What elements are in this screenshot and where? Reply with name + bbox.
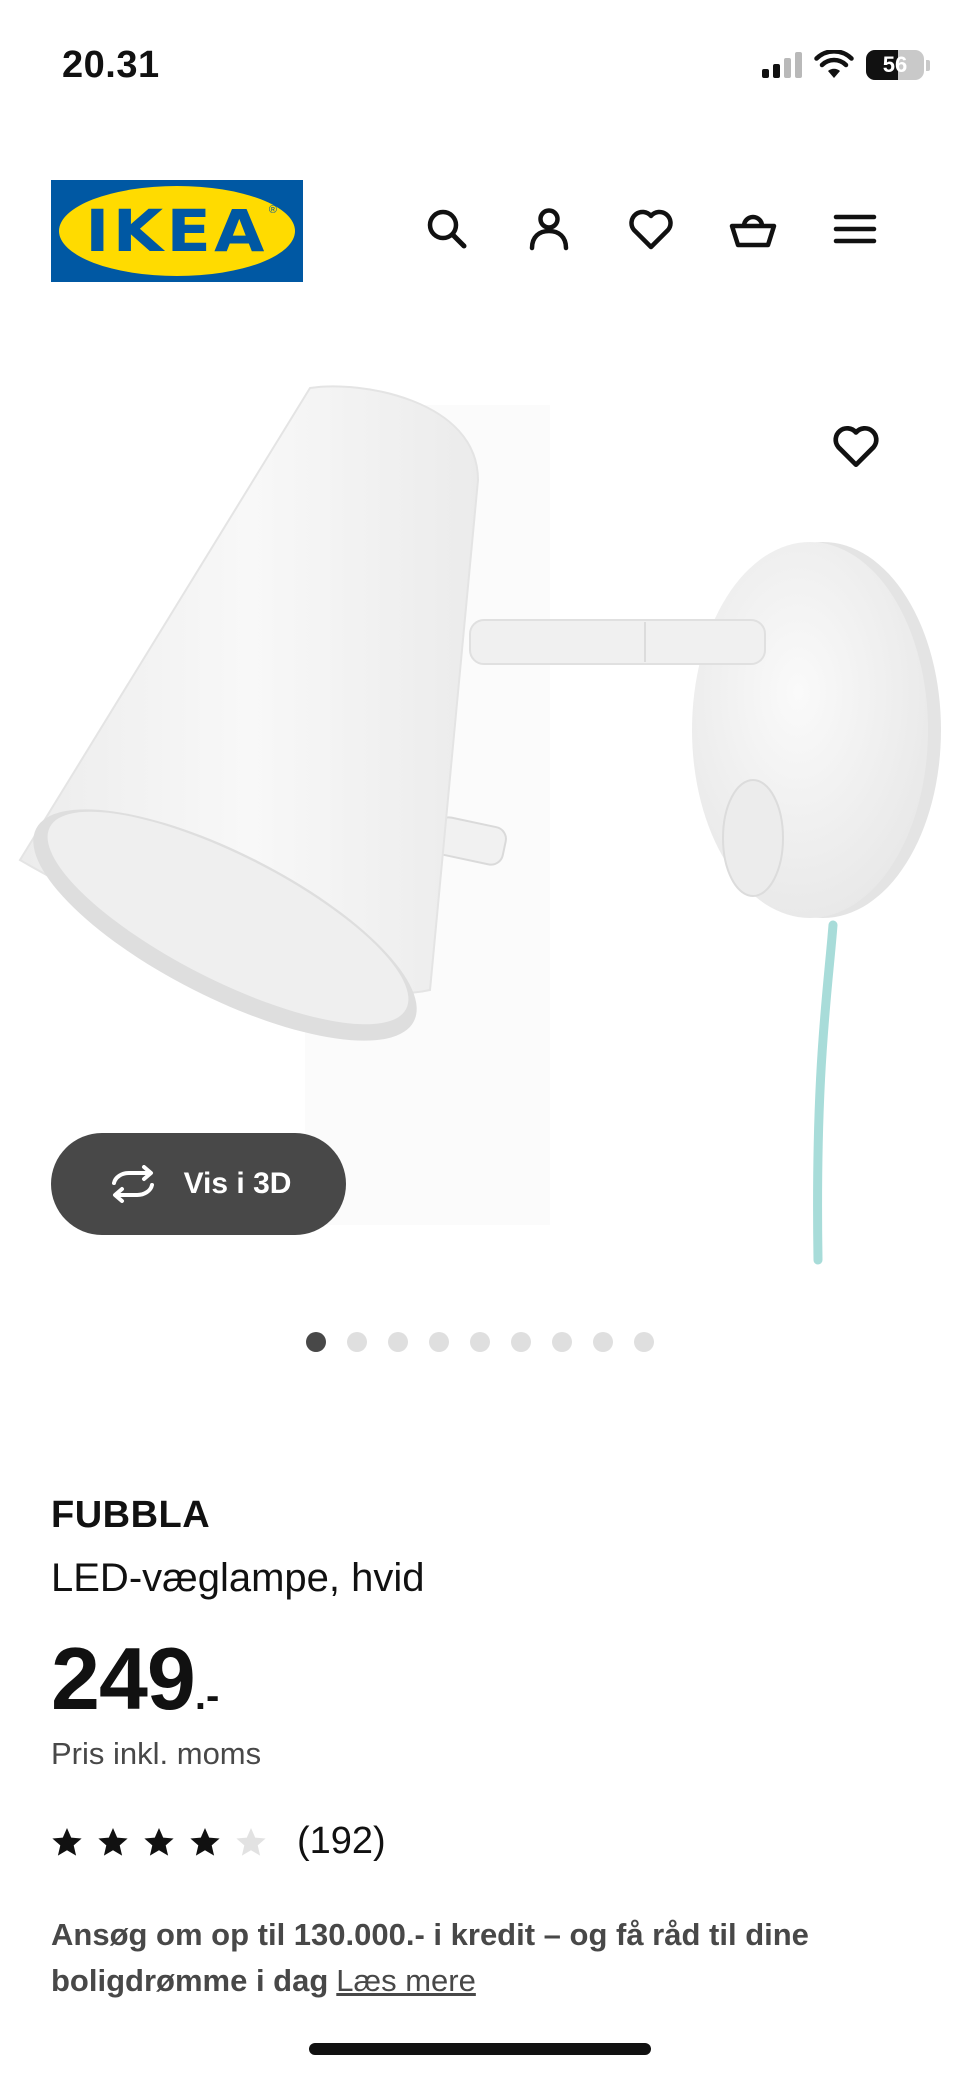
- rating-stars: [51, 1826, 267, 1858]
- star-empty-icon: [236, 1827, 266, 1856]
- pagination-dot[interactable]: [429, 1332, 449, 1352]
- credit-banner: Ansøg om op til 130.000.- i kredit – og …: [51, 1912, 871, 2004]
- heart-icon[interactable]: [620, 198, 682, 260]
- rotate-3d-icon: [111, 1165, 154, 1203]
- product-name: FUBBLA: [51, 1494, 211, 1536]
- star-filled-icon: [52, 1827, 82, 1856]
- search-icon[interactable]: [416, 198, 478, 260]
- pagination-dot[interactable]: [347, 1332, 367, 1352]
- battery-indicator: 56: [866, 50, 924, 80]
- price-suffix: .-: [194, 1674, 220, 1718]
- pagination-dot[interactable]: [552, 1332, 572, 1352]
- product-rating[interactable]: (192): [51, 1820, 386, 1863]
- status-icons: 56: [762, 50, 930, 80]
- home-indicator[interactable]: [309, 2043, 651, 2055]
- review-count: (192): [297, 1820, 386, 1862]
- pagination-dot[interactable]: [593, 1332, 613, 1352]
- pagination-dot[interactable]: [634, 1332, 654, 1352]
- product-price: 249 .-: [51, 1628, 219, 1730]
- heart-icon: [833, 426, 879, 468]
- pagination-dot[interactable]: [511, 1332, 531, 1352]
- gallery-pagination: [0, 1332, 960, 1352]
- star-filled-icon: [190, 1827, 220, 1856]
- logo-text: IKEA: [85, 197, 269, 265]
- favorite-button[interactable]: [820, 410, 892, 482]
- battery-level: 56: [882, 52, 908, 77]
- product-description: LED-væglampe, hvid: [51, 1556, 425, 1600]
- wifi-icon: [814, 50, 854, 78]
- read-more-link[interactable]: Læs mere: [336, 1963, 476, 1998]
- menu-icon[interactable]: [824, 198, 886, 260]
- pagination-dot[interactable]: [470, 1332, 490, 1352]
- star-filled-icon: [144, 1827, 174, 1856]
- ikea-logo[interactable]: IKEA ®: [51, 180, 303, 282]
- pagination-dot[interactable]: [306, 1332, 326, 1352]
- pagination-dot[interactable]: [388, 1332, 408, 1352]
- basket-icon[interactable]: [722, 198, 784, 260]
- status-time: 20.31: [62, 44, 160, 86]
- star-filled-icon: [98, 1827, 128, 1856]
- price-value: 249: [51, 1629, 196, 1728]
- account-icon[interactable]: [518, 198, 580, 260]
- view-in-3d-button[interactable]: Vis i 3D: [51, 1133, 346, 1235]
- vat-note: Pris inkl. moms: [51, 1736, 262, 1771]
- view-in-3d-label: Vis i 3D: [183, 1167, 292, 1200]
- cellular-signal-icon: [762, 52, 802, 78]
